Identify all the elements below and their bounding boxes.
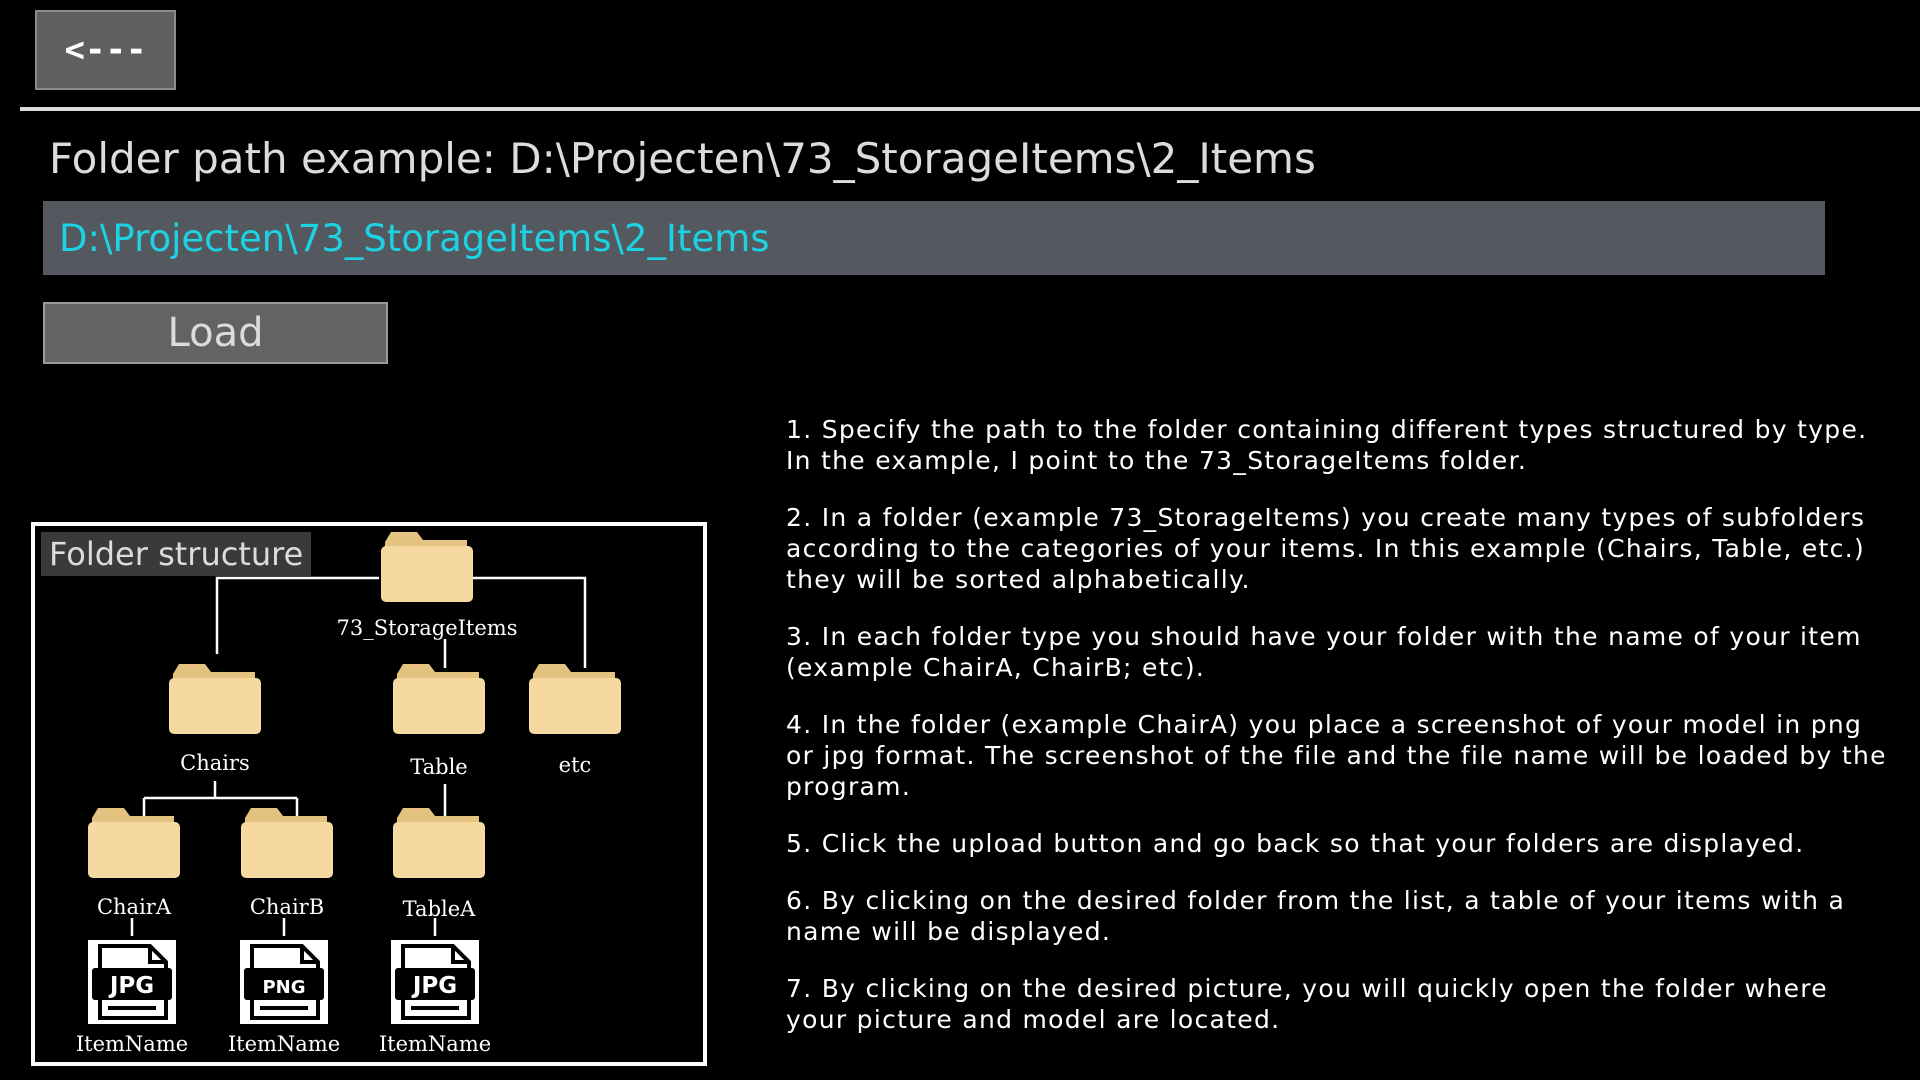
folder-root-icon: [381, 532, 473, 602]
folder-level1-icon-3: [529, 664, 621, 734]
instruction-step-2: 2. In a folder (example 73_StorageItems)…: [786, 503, 1866, 594]
app-window: <--- Folder path example: D:\Projecten\7…: [0, 0, 1920, 1080]
folder-level1-icon-1: [169, 664, 261, 734]
file-type-label-1: JPG: [108, 973, 154, 999]
back-button[interactable]: <---: [35, 10, 176, 90]
file-name-label-1: ItemName: [76, 1032, 188, 1056]
load-button[interactable]: Load: [43, 302, 388, 364]
diagram-title: Folder structure: [41, 532, 311, 576]
path-example-title: Folder path example: D:\Projecten\73_Sto…: [49, 134, 1316, 183]
instruction-step-6: 6. By clicking on the desired folder fro…: [786, 886, 1846, 946]
folders-group: 73_StorageItems Chairs Table etc ChairA Chair…: [88, 532, 621, 921]
top-divider: [20, 107, 1920, 111]
folder-level1-icon-2: [393, 664, 485, 734]
file-type-label-2: PNG: [262, 977, 305, 998]
folder-level2-label-1: ChairA: [97, 895, 172, 919]
instruction-step-1: 1. Specify the path to the folder contai…: [786, 415, 1868, 475]
instructions-list: 1. Specify the path to the folder contai…: [786, 414, 1896, 1061]
folder-root-label: 73_StorageItems: [337, 616, 518, 640]
instruction-step-4: 4. In the folder (example ChairA) you pl…: [786, 710, 1887, 801]
folder-path-input[interactable]: [43, 201, 1825, 275]
file-name-label-2: ItemName: [228, 1032, 340, 1056]
folder-level2-label-3: TableA: [403, 897, 476, 921]
instruction-step-3: 3. In each folder type you should have y…: [786, 622, 1862, 682]
file-type-label-3: JPG: [411, 973, 457, 999]
instruction-step-7: 7. By clicking on the desired picture, y…: [786, 974, 1828, 1034]
folder-level2-icon-2: [241, 808, 333, 878]
folder-level2-icon-1: [88, 808, 180, 878]
files-group: JPG ItemName PNG ItemName JPG ItemName: [76, 940, 491, 1056]
folder-structure-diagram: 73_StorageItems Chairs Table etc ChairA Chair…: [31, 522, 707, 1066]
folder-level1-label-1: Chairs: [180, 751, 250, 775]
folder-tree-svg: 73_StorageItems Chairs Table etc ChairA Chair…: [76, 532, 621, 1056]
folder-level1-label-2: Table: [410, 755, 467, 779]
folder-level2-label-2: ChairB: [250, 895, 324, 919]
instruction-step-5: 5. Click the upload button and go back s…: [786, 829, 1805, 858]
folder-level1-label-3: etc: [559, 753, 592, 777]
folder-level2-icon-3: [393, 808, 485, 878]
file-name-label-3: ItemName: [379, 1032, 491, 1056]
